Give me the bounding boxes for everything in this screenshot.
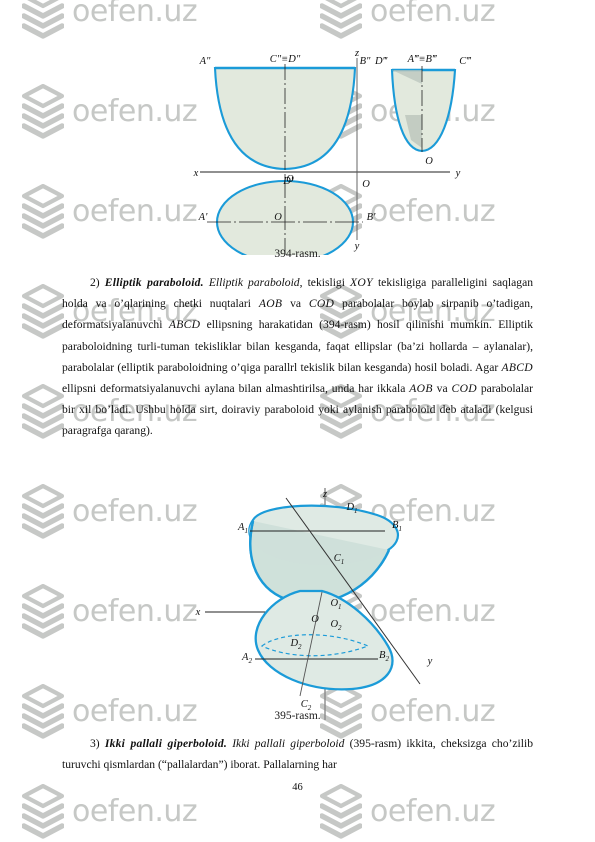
paragraph-two-sheet-hyperboloid: 3) Ikki pallali giperboloid. Ikki pallal… [62, 733, 533, 775]
watermark-text: oefen.uz [370, 0, 496, 29]
lower-nappe-body [254, 589, 394, 691]
stacked-layers-icon [22, 384, 64, 439]
label-plan-A: Aʹ [198, 212, 208, 223]
profile-parabola-shape [390, 68, 457, 153]
figure-394-caption: 394-rasm. [274, 248, 321, 260]
section-body-elliptic: Elliptik paraboloid, tekisligi XOY tekis… [62, 276, 534, 438]
watermark-text: oefen.uz [72, 0, 198, 29]
label-origin-O-395: O [311, 614, 319, 625]
stacked-layers-icon [320, 0, 362, 39]
section-heading-elliptic: Elliptik paraboloid. [104, 276, 204, 289]
label-axis-z: z [354, 48, 359, 59]
stacked-layers-icon [22, 0, 64, 39]
watermark-text: oefen.uz [370, 794, 496, 829]
label-plan-B: Bʹ [367, 212, 376, 223]
label-profile-D: D‴ [374, 56, 388, 67]
figure-395: D1 A1 B1 C1 O1 O2 D2 A2 B2 C2 z x O y 39… [0, 488, 595, 725]
label-front-CD: Cʺ≡Dʺ [270, 54, 301, 65]
label-profile-vertex-O: O [425, 156, 433, 167]
label-axis-z-395: z [322, 489, 327, 500]
watermark-text: oefen.uz [72, 794, 198, 829]
section-number-3: 3) [90, 737, 100, 750]
watermark-logo [22, 0, 64, 40]
label-origin-O: O [362, 179, 370, 190]
watermark-logo [22, 384, 64, 440]
figure-395-drawing: D1 A1 B1 C1 O1 O2 D2 A2 B2 C2 z x O y [195, 488, 433, 720]
watermark-unit: oefen.uz [0, 0, 298, 40]
label-front-B: Bʺ [360, 56, 371, 67]
label-plan-center-O: O [274, 212, 282, 223]
label-lower-A: A2 [241, 652, 252, 665]
label-axis-y-395: y [427, 656, 433, 667]
stacked-layers-icon [22, 284, 64, 339]
section-heading-hyperboloid: Ikki pallali giperboloid. [104, 737, 227, 750]
label-front-A: Aʺ [199, 56, 211, 67]
label-axis-y-right: y [455, 168, 461, 179]
paragraph-elliptic-paraboloid: 2) Elliptik paraboloid. Elliptik parabol… [62, 272, 533, 442]
watermark-logo [320, 0, 362, 40]
watermark-unit: oefen.uz [298, 0, 595, 40]
label-plan-D: Dʹ [282, 176, 294, 187]
figure-394: Aʺ Cʺ≡Dʺ Bʺ O D‴ A‴≡B‴ C‴ O x y z O y Dʹ… [0, 40, 595, 279]
label-profile-AB: A‴≡B‴ [407, 54, 437, 65]
page-number: 46 [292, 782, 303, 793]
watermark-logo [22, 284, 64, 340]
figure-395-caption: 395-rasm. [274, 710, 321, 722]
figure-394-drawing: Aʺ Cʺ≡Dʺ Bʺ O D‴ A‴≡B‴ C‴ O x y z O y Dʹ… [193, 48, 472, 279]
label-axis-x: x [193, 168, 199, 179]
label-profile-C: C‴ [459, 56, 471, 67]
section-number-2: 2) [90, 276, 100, 289]
label-upper-A: A1 [237, 522, 248, 535]
label-axis-x-395: x [195, 607, 201, 618]
